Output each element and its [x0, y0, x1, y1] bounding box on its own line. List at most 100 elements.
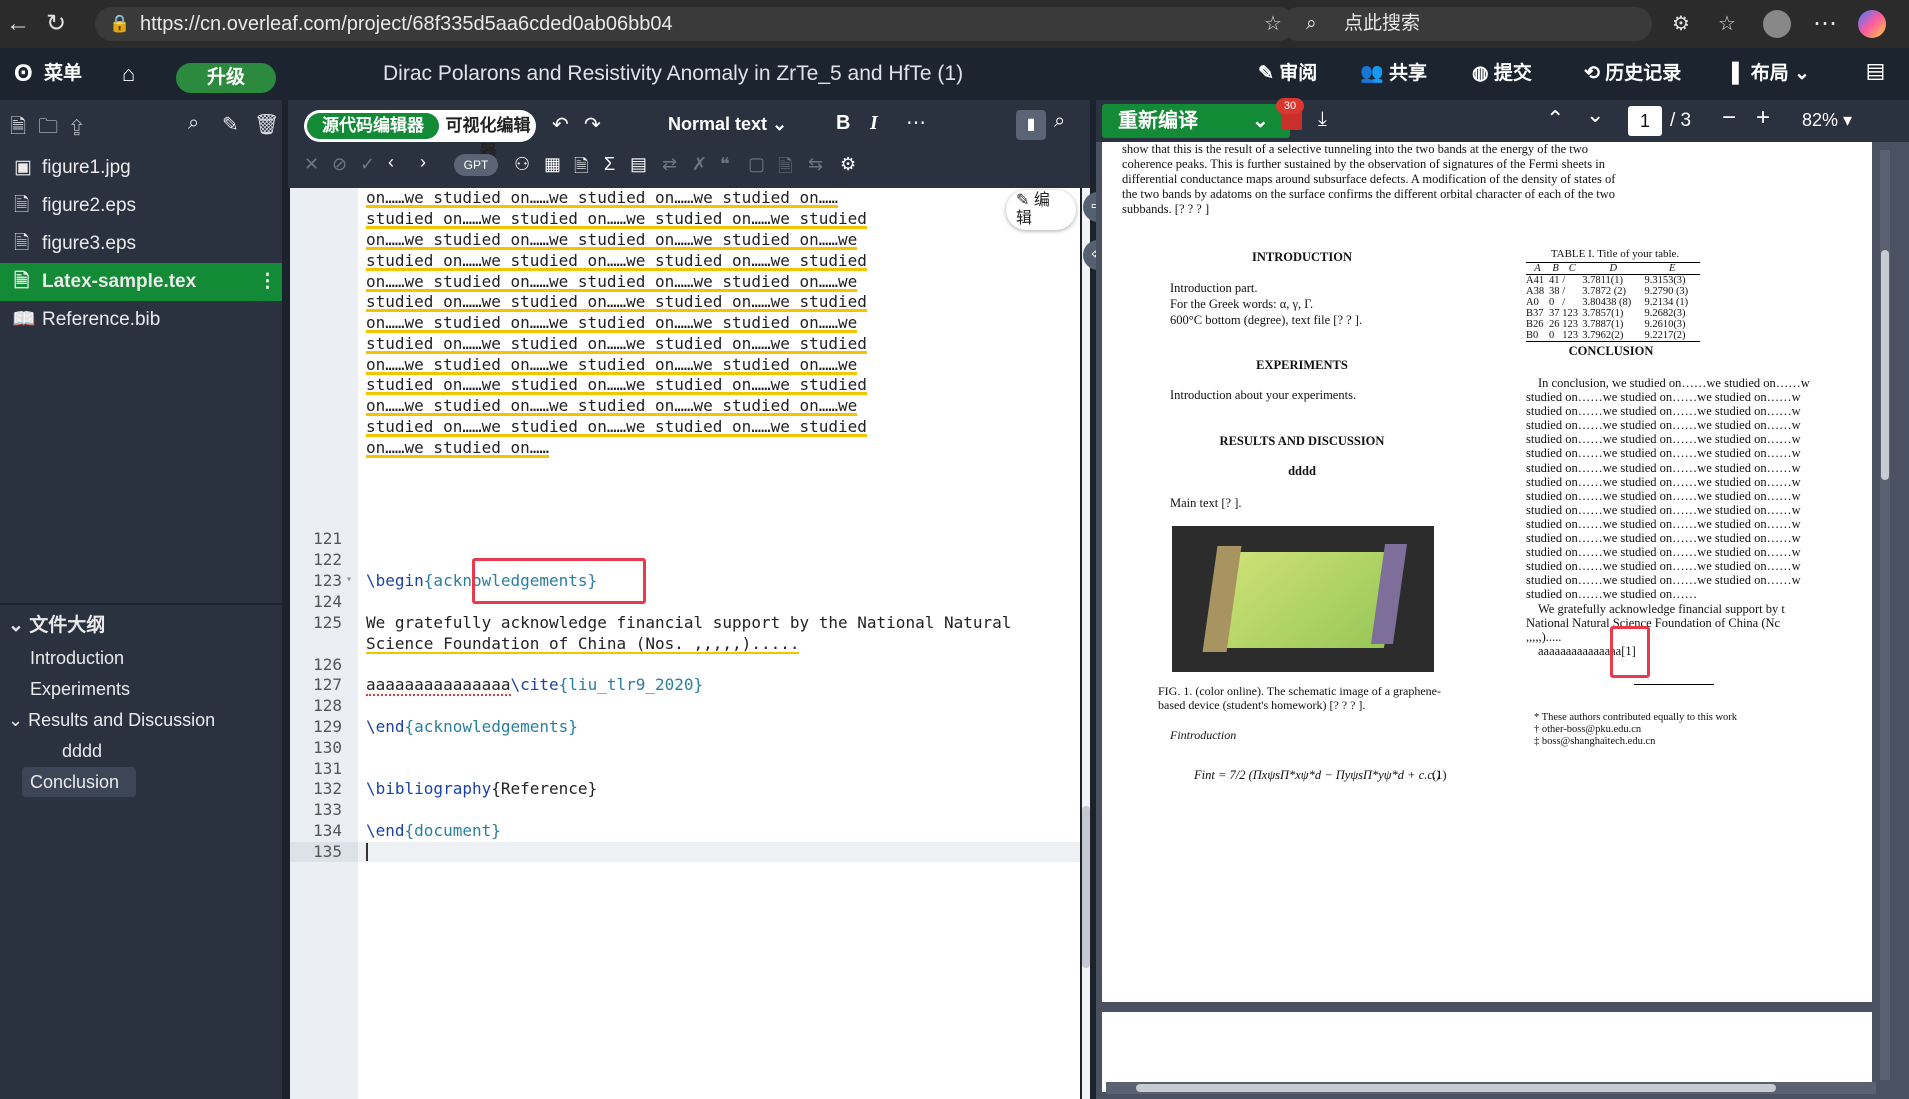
submit-button[interactable]: ◍ 提交 [1472, 48, 1532, 100]
pdf-text-line: based device (student's homework) [? ? ?… [1158, 698, 1366, 712]
pdf-vertical-scrollbar-thumb[interactable] [1881, 250, 1889, 480]
file-item[interactable]: 📖 Reference.bib [0, 301, 282, 339]
outline-header[interactable]: ⌄ 文件大纲 [0, 611, 282, 641]
gear-icon[interactable]: ⚙ [840, 154, 856, 175]
editor-scrollbar-track[interactable] [1082, 188, 1090, 1099]
project-title[interactable]: Dirac Polarons and Resistivity Anomaly i… [383, 48, 1023, 100]
table-title: TABLE I. Title of your table. [1550, 248, 1680, 260]
layout-button[interactable]: ▌ 布局 ⌄ [1732, 48, 1810, 100]
pdf-horizontal-scrollbar-thumb[interactable] [1136, 1084, 1776, 1092]
pdf-text-line: studied on……we studied on……we studied on… [1526, 531, 1801, 546]
address-bar[interactable]: 🔒 https://cn.overleaf.com/project/68f335… [95, 7, 1295, 41]
bold-icon[interactable]: B [836, 112, 850, 135]
tool-icon[interactable]: ❝ [720, 154, 730, 175]
pdf-text-line: studied on……we studied on……we studied on… [1526, 432, 1801, 447]
editor-mode-switch: 源代码编辑器 可视化编辑器 [304, 110, 536, 161]
redo-icon[interactable]: ↷ [584, 112, 601, 137]
close-icon[interactable]: ✕ [304, 154, 319, 175]
undo-icon[interactable]: ↶ [552, 112, 569, 137]
table-row: A38 38/ 3.7872 (2) 9.2790 (3) [1526, 286, 1700, 297]
outline-item-active[interactable]: Conclusion [22, 767, 136, 797]
page-number-input[interactable]: 1 [1628, 106, 1662, 136]
visual-editor-toggle[interactable]: 可视化编辑器 [442, 113, 534, 161]
table-icon[interactable]: ▤ [630, 154, 647, 175]
file-item[interactable]: ▣ figure1.jpg [0, 149, 282, 187]
chevron-right-icon[interactable]: › [420, 152, 426, 173]
table-header-cell: E [1669, 263, 1676, 274]
tool-icon[interactable]: ✗ [692, 154, 707, 175]
block-icon[interactable]: ⊘ [332, 154, 347, 175]
text-style-select[interactable]: Normal text ⌄ [668, 114, 787, 135]
new-folder-icon[interactable]: 🗀 [38, 116, 70, 138]
gpt-button[interactable]: GPT [454, 154, 498, 176]
home-icon[interactable]: ⌂ [122, 48, 135, 100]
robot-icon[interactable]: ⚇ [514, 154, 530, 175]
menu-button[interactable]: 菜单 [44, 48, 82, 100]
outline-item[interactable]: dddd [0, 736, 282, 766]
share-button[interactable]: 👥 共享 [1360, 48, 1427, 100]
favorites-icon[interactable]: ☆ [1712, 0, 1742, 48]
zoom-out-icon[interactable]: − [1722, 104, 1736, 132]
code-editor[interactable]: on……we studied on……we studied on……we stu… [358, 188, 1080, 1099]
keyboard-icon[interactable]: ▦ [544, 154, 561, 175]
more-icon[interactable]: ⋯ [906, 110, 926, 135]
tool-icon[interactable]: ⇆ [808, 154, 823, 175]
zoom-in-icon[interactable]: + [1756, 104, 1770, 132]
upgrade-button[interactable]: 升级 [176, 63, 276, 93]
search-icon[interactable]: ⌕ [188, 112, 211, 135]
back-arrow-icon[interactable]: ← [0, 0, 36, 48]
editor-scrollbar-thumb[interactable] [1082, 806, 1090, 968]
document-icon[interactable]: 🗎 [574, 154, 588, 184]
file-menu-icon[interactable]: ⋮ [258, 263, 277, 301]
history-button[interactable]: ⟲ 历史记录 [1584, 48, 1681, 100]
pdf-horizontal-scrollbar[interactable] [1106, 1082, 1876, 1094]
file-item-active[interactable]: 🗎 Latex-sample.tex ⋮ [0, 263, 282, 301]
edit-popup-button[interactable]: ✎ 编 辑 [1006, 190, 1076, 230]
active-line [358, 842, 1080, 862]
table-cell: 9.2790 (3) [1644, 286, 1689, 297]
line-number: 127 [313, 675, 342, 694]
next-page-icon[interactable]: ⌄ [1586, 102, 1604, 128]
chevron-left-icon[interactable]: ‹ [388, 152, 394, 173]
url-text: https://cn.overleaf.com/project/68f335d5… [140, 13, 673, 35]
new-file-icon[interactable]: 🗎 [10, 116, 38, 138]
italic-icon[interactable]: I [870, 112, 878, 135]
file-item[interactable]: 🗎 figure3.eps [0, 225, 282, 263]
clipboard-icon[interactable]: ▢ [748, 154, 765, 175]
source-editor-toggle[interactable]: 源代码编辑器 [307, 113, 439, 139]
rename-icon[interactable]: ✎ [222, 112, 251, 137]
copilot-icon[interactable] [1858, 10, 1886, 38]
tool-icon[interactable]: ⇄ [662, 154, 677, 175]
sigma-icon[interactable]: Σ [604, 154, 615, 175]
recompile-button[interactable]: 重新编译 ⌄ [1102, 104, 1290, 138]
more-icon[interactable]: ⋯ [1810, 0, 1840, 48]
pdf-conclusion: In conclusion, we studied on……we studied… [1526, 376, 1872, 644]
code-line: on……we studied on……we studied on……we stu… [366, 396, 858, 416]
file-icon[interactable]: 🗎 [778, 154, 792, 184]
outline-item[interactable]: Experiments [0, 674, 282, 704]
outline-item[interactable]: Introduction [0, 643, 282, 673]
upload-icon[interactable]: ⇪ [70, 116, 95, 138]
file-item[interactable]: 🗎 figure2.eps [0, 187, 282, 225]
table-cell: 9.2217(2) [1644, 330, 1686, 341]
zoom-select[interactable]: 82% ▾ [1802, 110, 1852, 131]
code-line: on……we studied on…… [366, 438, 550, 458]
prev-page-icon[interactable]: ⌃ [1546, 106, 1564, 132]
search-icon[interactable]: ⌕ [1054, 110, 1065, 133]
lock-icon: 🔒 [109, 14, 131, 33]
browser-chrome: ← ↻ 🔒 https://cn.overleaf.com/project/68… [0, 0, 1909, 48]
extensions-icon[interactable]: ⚙ [1666, 0, 1696, 48]
fold-arrow-icon[interactable]: ▾ [346, 574, 352, 585]
reload-icon[interactable]: ↻ [38, 0, 74, 48]
check-icon[interactable]: ✓ [360, 154, 375, 175]
download-icon[interactable]: ⤓ [1318, 108, 1327, 131]
chevron-down-icon[interactable]: ⌄ [1252, 104, 1269, 138]
chat-button[interactable]: ▤ 聊天 [1866, 48, 1909, 136]
pdf-vertical-scrollbar[interactable] [1880, 150, 1890, 1080]
avatar[interactable] [1763, 10, 1791, 38]
outline-item[interactable]: ⌄ Results and Discussion [0, 705, 282, 735]
browser-search-box[interactable]: ⌕ 点此搜索 [1282, 7, 1652, 41]
outline-panel: ⌄ 文件大纲 Introduction Experiments ⌄ Result… [0, 603, 282, 1099]
review-button[interactable]: ✎ 审阅 [1258, 48, 1317, 100]
bookmark-icon[interactable]: ▮ [1016, 110, 1046, 140]
